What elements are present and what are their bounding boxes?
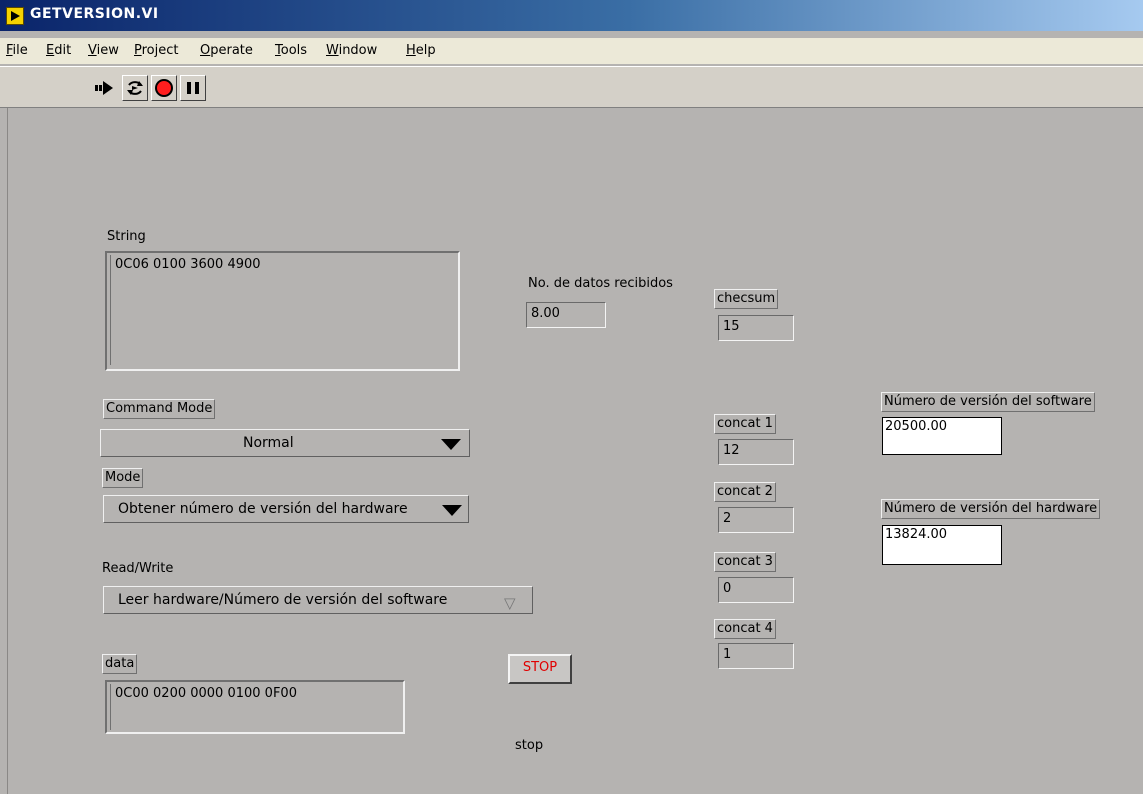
front-panel: String 0C06 0100 3600 4900 No. de datos … [7,108,1143,794]
string-left-edge [110,255,111,365]
menu-accelerator: P [134,43,142,58]
chevron-down-icon [441,439,461,450]
run-continuously-icon [127,81,143,95]
labview-vi-icon[interactable] [6,7,24,25]
abort-execution-button[interactable] [151,75,177,101]
pause-button[interactable] [180,75,206,101]
mode-value: Obtener número de versión del hardware [118,501,408,517]
menu-project-label: Project [134,43,179,58]
stop-label: stop [515,738,544,753]
concat2-indicator[interactable]: 2 [718,507,794,533]
toolbar [0,66,1143,108]
data-left-edge [110,684,111,730]
menu-project[interactable]: Project [134,43,179,58]
datos-indicator[interactable]: 8.00 [526,302,606,328]
chevron-down-icon [442,505,462,516]
sw-version-value: 20500.00 [885,419,948,434]
menu-accelerator: E [46,43,55,58]
concat4-value: 1 [723,647,732,662]
string-indicator[interactable]: 0C06 0100 3600 4900 [105,251,460,371]
menu-accelerator: F [6,43,13,58]
menu-file[interactable]: File [6,43,28,58]
window-title: GETVERSION.VI [30,6,159,22]
concat1-indicator[interactable]: 12 [718,439,794,465]
checksum-value: 15 [723,319,740,334]
menu-help-label: Help [406,43,436,58]
string-value: 0C06 0100 3600 4900 [115,257,261,272]
menu-edit-label: Edit [46,43,72,58]
concat4-indicator[interactable]: 1 [718,643,794,669]
data-label: data [102,654,138,674]
menu-file-label: File [6,43,28,58]
concat1-label: concat 1 [714,414,776,434]
command-mode-ring[interactable]: Normal [100,429,470,457]
menu-accelerator: V [88,43,97,58]
data-value: 0C00 0200 0000 0100 0F00 [115,686,297,701]
mode-label: Mode [102,468,144,488]
concat4-label: concat 4 [714,619,776,639]
hw-version-label: Número de versión del hardware [881,499,1101,519]
menu-window-label: Window [326,43,378,58]
command-mode-label: Command Mode [103,399,216,419]
read-write-ring[interactable]: Leer hardware/Número de versión del soft… [103,586,533,614]
mode-ring[interactable]: Obtener número de versión del hardware [103,495,469,523]
concat3-indicator[interactable]: 0 [718,577,794,603]
sw-version-indicator[interactable]: 20500.00 [882,417,1002,455]
checksum-indicator[interactable]: 15 [718,315,794,341]
stop-button[interactable]: STOP [508,654,572,684]
title-bar: GETVERSION.VI [0,0,1143,31]
command-mode-value: Normal [243,435,294,451]
checksum-label: checsum [714,289,779,309]
menu-tools[interactable]: Tools [275,43,307,58]
data-indicator[interactable]: 0C00 0200 0000 0100 0F00 [105,680,405,734]
concat3-value: 0 [723,581,732,596]
run-arrow-icon [95,81,113,95]
run-button[interactable] [92,75,118,101]
hw-version-indicator[interactable]: 13824.00 [882,525,1002,565]
sw-version-label: Número de versión del software [881,392,1095,412]
concat2-value: 2 [723,511,732,526]
concat1-value: 12 [723,443,740,458]
menu-operate-label: Operate [200,43,253,58]
menu-view-label: View [88,43,119,58]
menu-accelerator: T [275,43,281,58]
stop-button-label: STOP [522,660,558,675]
menu-window[interactable]: Window [326,43,377,58]
menu-accelerator: W [326,43,339,58]
menu-edit[interactable]: Edit [46,43,71,58]
string-label: String [107,229,146,244]
run-continuously-button[interactable] [122,75,148,101]
menu-tools-label: Tools [275,43,308,58]
chevron-down-icon: ▽ [504,594,516,612]
datos-label: No. de datos recibidos [528,276,673,291]
menu-view[interactable]: View [88,43,119,58]
abort-execution-icon [155,79,173,97]
concat2-label: concat 2 [714,482,776,502]
menu-operate[interactable]: Operate [200,43,253,58]
read-write-value: Leer hardware/Número de versión del soft… [118,592,448,608]
read-write-label: Read/Write [102,561,174,576]
menu-bar: File Edit View Project Operate Tools Win… [0,38,1143,64]
menu-accelerator: H [406,43,416,58]
concat3-label: concat 3 [714,552,776,572]
datos-value: 8.00 [531,306,560,321]
pause-icon [187,82,199,94]
menu-help[interactable]: Help [406,43,436,58]
hw-version-value: 13824.00 [885,527,948,542]
menu-accelerator: O [200,43,211,58]
